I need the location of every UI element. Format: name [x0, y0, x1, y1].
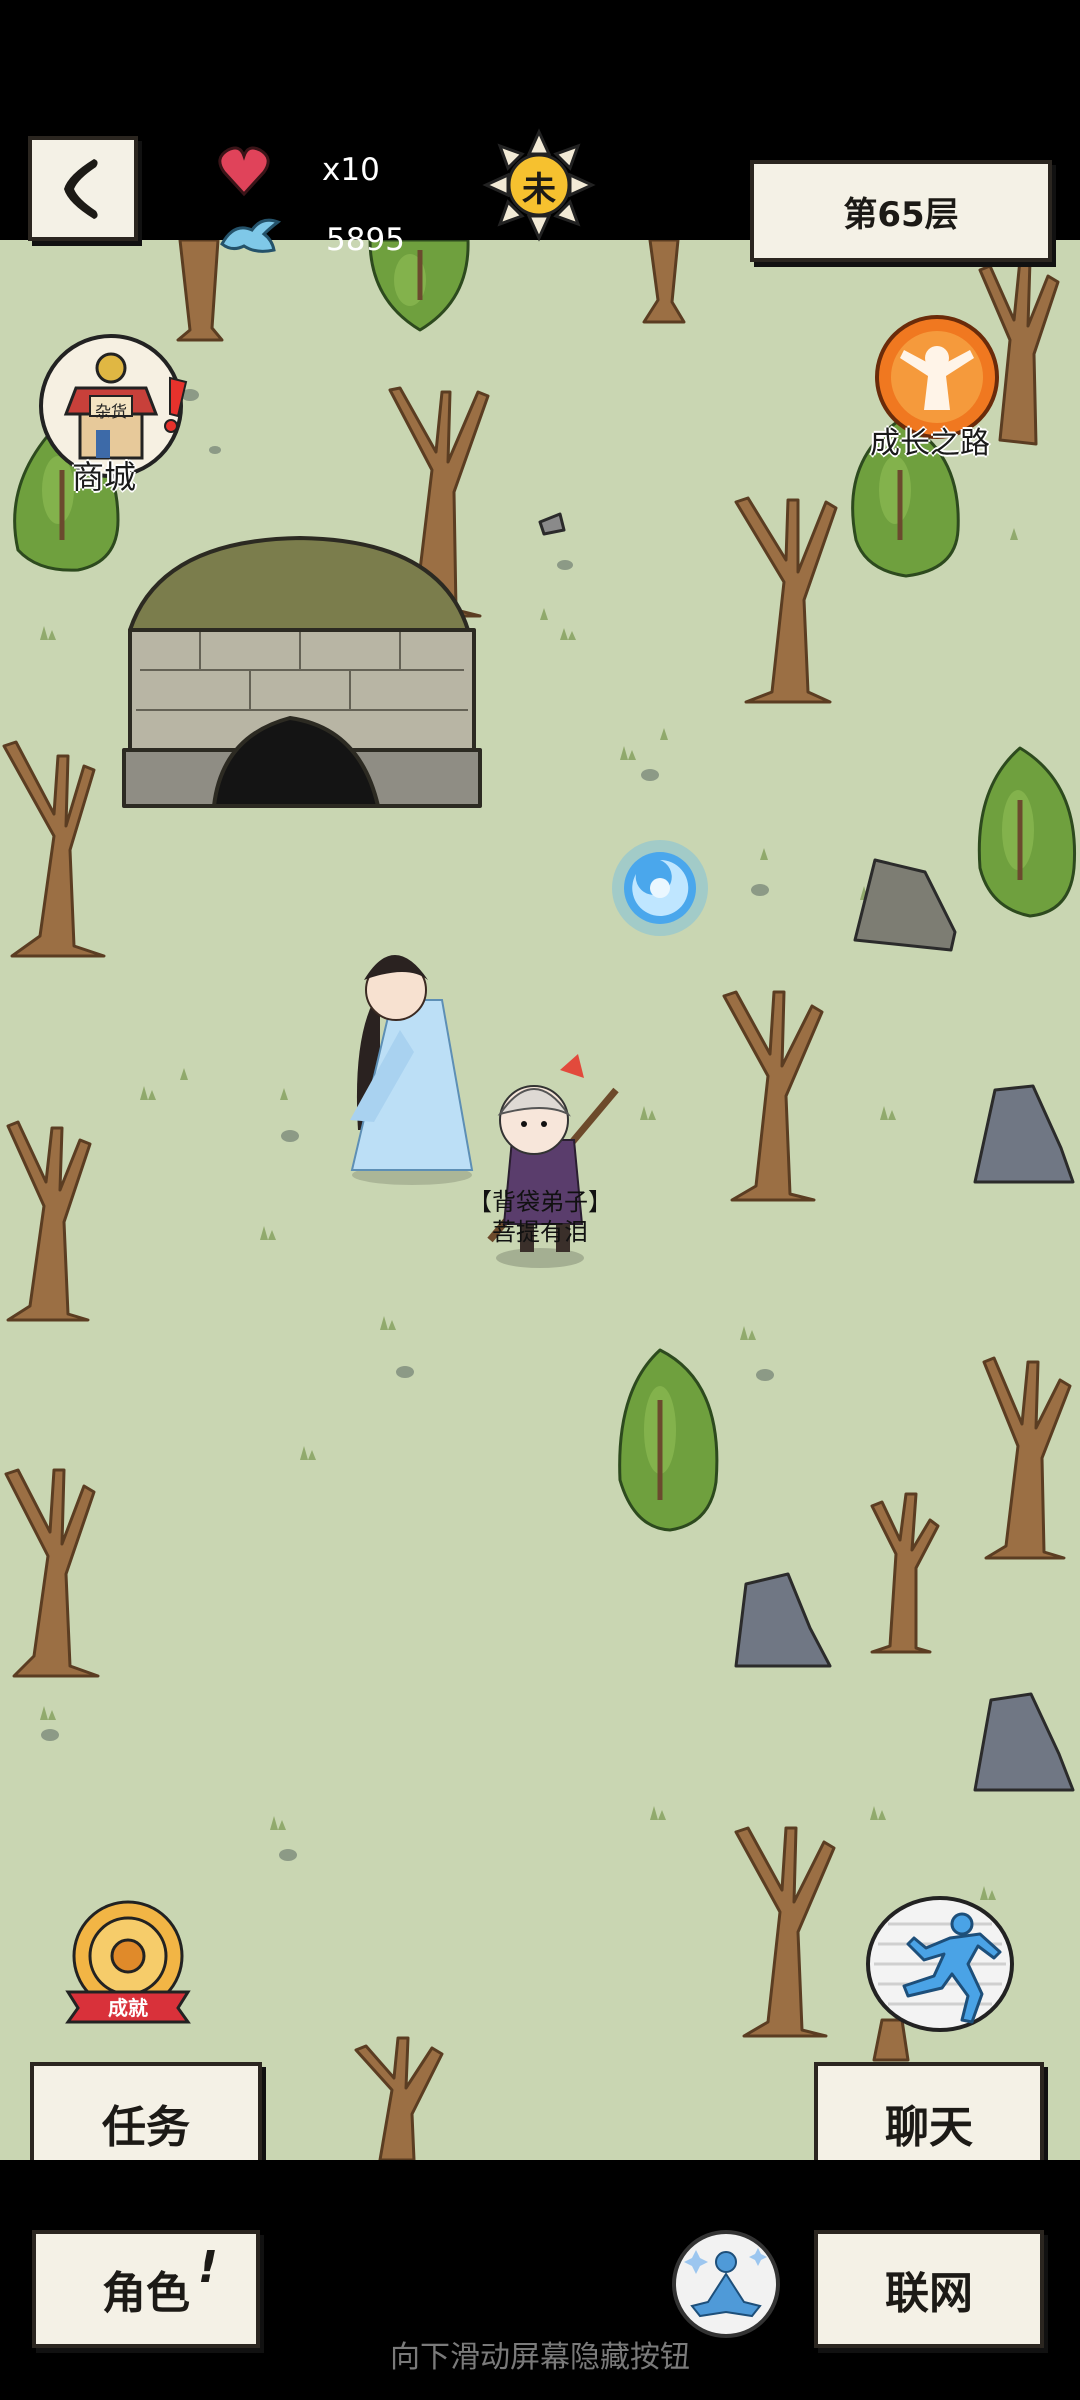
floor-indicator: 第65层 — [750, 160, 1052, 262]
achievement-ribbon-text: 成就 — [108, 1996, 148, 2020]
npc-disciple-sprite — [350, 955, 474, 1185]
alert-icon — [164, 376, 188, 433]
meditate-icon — [672, 2230, 780, 2338]
npc-name-tag[interactable]: 【背袋弟子】 菩提有泪 — [465, 1187, 615, 1247]
sprint-runner-icon — [866, 1896, 1014, 2032]
time-glyph: 未 — [522, 170, 556, 210]
back-chevron-icon — [64, 158, 98, 219]
sun-time-icon[interactable]: 未 — [482, 128, 596, 242]
achievement-button[interactable]: 成就 — [62, 1898, 194, 2028]
heart-icon — [218, 146, 270, 197]
role-label: 角色 — [102, 2268, 190, 2319]
npc-name: 菩提有泪 — [492, 1218, 588, 1246]
role-button[interactable]: 角色 ! — [32, 2230, 260, 2348]
sprint-button[interactable] — [866, 1894, 1014, 2034]
npc-title: 【背袋弟子】 — [468, 1188, 612, 1216]
shop-label[interactable]: 商城 — [72, 452, 136, 498]
growth-path-label[interactable]: 成长之路 — [870, 418, 990, 462]
lives-count: x10 — [322, 152, 380, 188]
shop-sign: 杂货 — [94, 402, 127, 421]
game-map[interactable]: 【背袋弟子】 菩提有泪 — [0, 240, 1080, 2160]
network-button[interactable]: 联网 — [814, 2230, 1044, 2348]
spirit-bird-icon — [220, 218, 282, 253]
role-alert-mark: ! — [197, 2242, 218, 2293]
portal-icon — [612, 840, 708, 936]
back-button[interactable] — [28, 136, 138, 241]
footer-hint: 向下滑动屏幕隐藏按钮 — [390, 2340, 690, 2375]
spirit-count: 5895 — [326, 222, 405, 258]
meditate-button[interactable] — [670, 2228, 782, 2340]
